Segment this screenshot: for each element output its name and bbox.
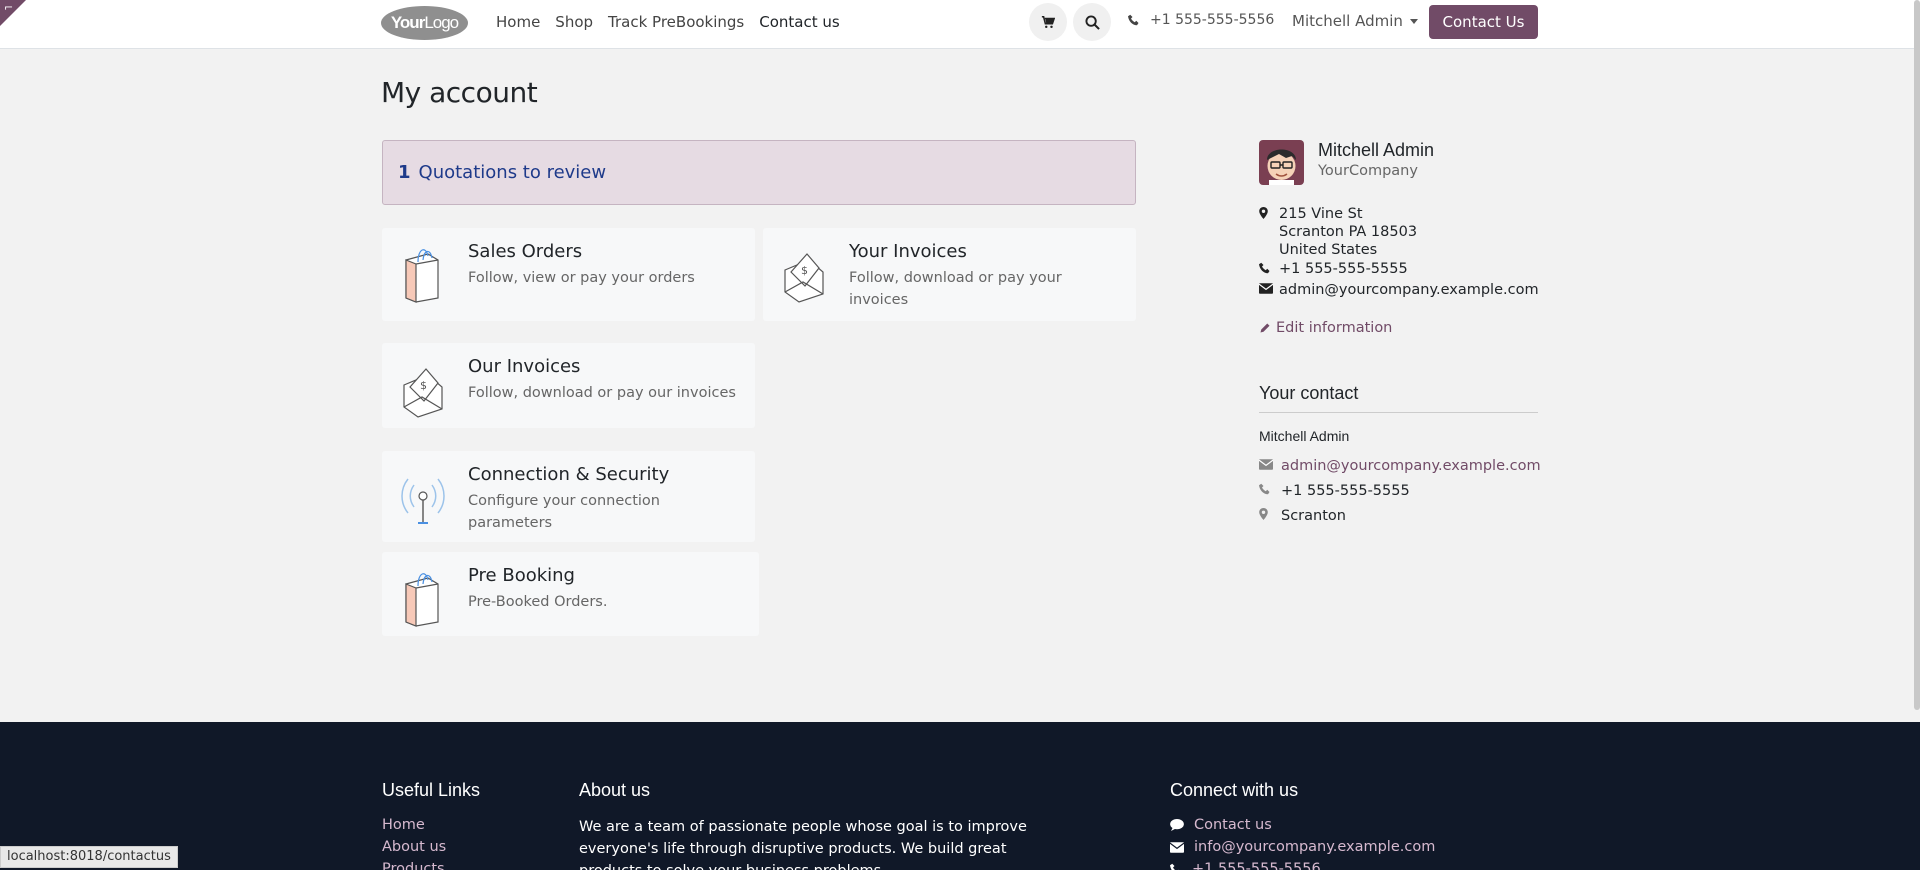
profile-address-block: 215 Vine St Scranton PA 18503 United Sta… (1259, 205, 1539, 299)
cart-button[interactable] (1029, 3, 1067, 41)
quotations-alert[interactable]: 1 Quotations to review (382, 140, 1136, 205)
email-row: admin@yourcompany.example.com (1259, 281, 1539, 299)
card-title: Your Invoices (849, 241, 967, 262)
address-line: United States (1279, 242, 1378, 258)
nav-phone[interactable]: +1 555-555-5556 (1128, 12, 1274, 28)
footer-email-label: info@yourcompany.example.com (1194, 839, 1436, 855)
phone-icon (1259, 262, 1270, 274)
footer-phone-label: +1 555-555-5556 (1192, 861, 1321, 870)
footer-useful-links-title: Useful Links (382, 780, 481, 800)
footer-link-products[interactable]: Products (382, 861, 445, 870)
card-pre-booking[interactable]: Pre Booking Pre-Booked Orders. (382, 552, 759, 636)
card-title: Sales Orders (468, 241, 583, 262)
profile-company: YourCompany (1318, 163, 1418, 179)
page-title: My account (381, 76, 538, 109)
contact-us-button[interactable]: Contact Us (1429, 5, 1538, 39)
card-desc: Configure your connection parameters (468, 493, 660, 531)
antenna-icon (401, 478, 445, 524)
card-connection-security[interactable]: Connection & Security Configure your con… (382, 451, 755, 542)
nav-home[interactable]: Home (496, 12, 540, 32)
profile-name: Mitchell Admin (1318, 140, 1435, 160)
footer-about-title: About us (579, 780, 651, 800)
contact-city-row: Scranton (1259, 503, 1541, 528)
page-scrollbar[interactable] (1914, 0, 1920, 710)
envelope-icon (1258, 458, 1274, 470)
card-title: Connection & Security (468, 464, 670, 485)
invoice-envelope-icon: $ (403, 368, 443, 418)
edit-information-link[interactable]: Edit information (1259, 320, 1392, 336)
address-row: 215 Vine St Scranton PA 18503 United Sta… (1259, 205, 1539, 259)
svg-text:$: $ (801, 264, 808, 277)
card-title: Pre Booking (468, 565, 575, 586)
contact-details: admin@yourcompany.example.com +1 555-555… (1258, 453, 1541, 528)
user-name: Mitchell Admin (1292, 12, 1403, 30)
card-desc: Follow, download or pay your invoices (849, 270, 1062, 308)
logo-bold-text: Your (390, 13, 425, 32)
profile-email: admin@yourcompany.example.com (1279, 282, 1539, 298)
user-menu-toggle[interactable]: Mitchell Admin (1292, 12, 1418, 30)
shopping-bag-icon (405, 573, 439, 627)
envelope-icon (1170, 841, 1184, 853)
main-menu: Home Shop Track PreBookings Contact us (496, 12, 855, 32)
top-navbar: ⌐ Your Logo Home Shop Track PreBookings C… (0, 0, 1920, 49)
phone-row: +1 555-555-5555 (1259, 260, 1539, 278)
phone-icon (1128, 14, 1139, 26)
page: ⌐ Your Logo Home Shop Track PreBookings C… (0, 0, 1920, 870)
footer-email[interactable]: info@yourcompany.example.com (1170, 839, 1435, 855)
quotations-count: 1 (398, 162, 411, 183)
avatar (1259, 140, 1304, 185)
edit-information-label: Edit information (1276, 320, 1393, 336)
nav-track-prebookings[interactable]: Track PreBookings (608, 12, 744, 32)
address-line: Scranton PA 18503 (1279, 224, 1418, 240)
footer-link-home[interactable]: Home (382, 817, 425, 833)
search-button[interactable] (1073, 3, 1111, 41)
pencil-icon (1260, 323, 1270, 333)
your-contact-heading: Your contact (1259, 383, 1538, 413)
quotations-label: Quotations to review (418, 162, 607, 183)
company-logo[interactable]: Your Logo (381, 6, 468, 40)
phone-icon (1170, 863, 1179, 870)
nav-shop[interactable]: Shop (555, 12, 593, 32)
contact-email: admin@yourcompany.example.com (1281, 457, 1541, 474)
footer-contact-us[interactable]: Contact us (1170, 817, 1272, 833)
nav-phone-text: +1 555-555-5556 (1150, 12, 1275, 28)
chevron-down-icon (1409, 18, 1418, 24)
card-sales-orders[interactable]: Sales Orders Follow, view or pay your or… (382, 228, 755, 321)
footer-about-text: We are a team of passionate people whose… (579, 819, 1027, 870)
shopping-bag-icon (405, 249, 439, 303)
search-icon (1084, 14, 1100, 30)
phone-icon (1259, 483, 1270, 494)
address-line: 215 Vine St (1279, 206, 1363, 222)
footer-link-about-us[interactable]: About us (382, 839, 446, 855)
corner-icon: ⌐ (4, 1, 14, 14)
contact-email-row[interactable]: admin@yourcompany.example.com (1258, 453, 1541, 478)
envelope-icon (1259, 283, 1273, 294)
map-marker-icon (1259, 507, 1268, 520)
contact-phone-row: +1 555-555-5555 (1259, 478, 1541, 503)
map-marker-icon (1259, 207, 1268, 219)
status-bar-url: localhost:8018/contactus (0, 846, 178, 868)
profile-phone: +1 555-555-5555 (1279, 261, 1408, 277)
invoice-envelope-icon: $ (784, 253, 824, 303)
footer-phone[interactable]: +1 555-555-5556 (1170, 861, 1321, 870)
contact-phone: +1 555-555-5555 (1281, 482, 1410, 499)
contact-name: Mitchell Admin (1259, 428, 1350, 444)
footer-contact-us-label: Contact us (1194, 817, 1272, 833)
nav-contact-us[interactable]: Contact us (759, 12, 839, 32)
card-desc: Follow, view or pay your orders (468, 270, 695, 286)
comment-icon (1170, 819, 1184, 831)
footer-connect-title: Connect with us (1170, 780, 1299, 800)
cart-icon (1041, 15, 1055, 29)
contact-city: Scranton (1281, 507, 1346, 524)
card-our-invoices[interactable]: $ Our Invoices Follow, download or pay o… (382, 343, 755, 428)
svg-text:$: $ (420, 379, 427, 392)
card-desc: Pre-Booked Orders. (468, 594, 608, 610)
logo-light-text: Logo (424, 13, 459, 32)
card-title: Our Invoices (468, 356, 581, 377)
card-your-invoices[interactable]: $ Your Invoices Follow, download or pay … (763, 228, 1136, 321)
avatar-image (1259, 140, 1304, 185)
card-desc: Follow, download or pay our invoices (468, 385, 736, 401)
